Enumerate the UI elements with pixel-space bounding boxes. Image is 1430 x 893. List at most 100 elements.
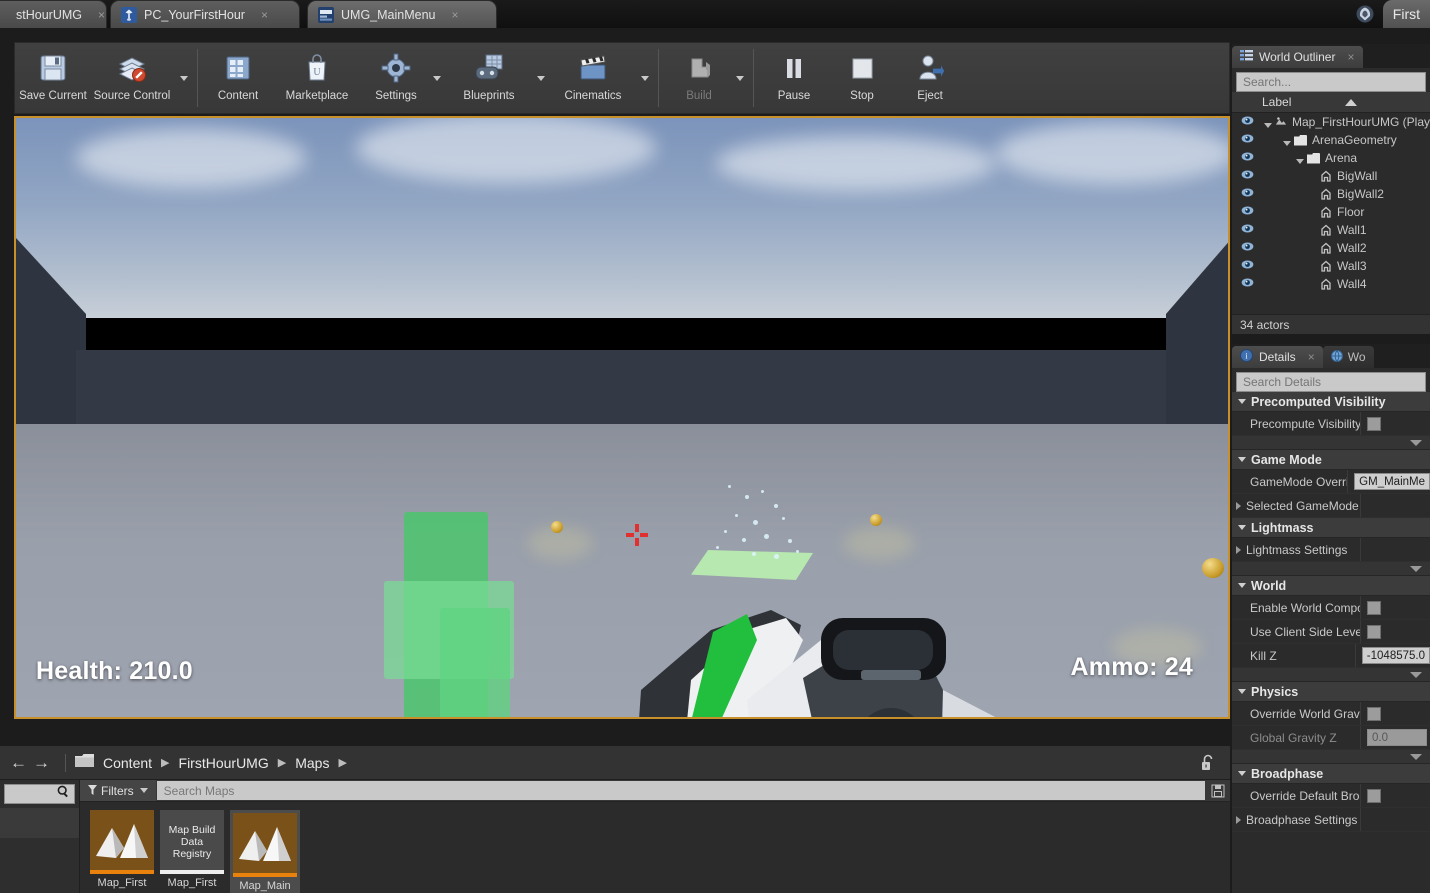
property-checkbox[interactable] bbox=[1367, 624, 1381, 639]
breadcrumb-firsthourumg[interactable]: FirstHourUMG bbox=[179, 755, 269, 771]
stop-button[interactable]: Stop bbox=[828, 45, 896, 111]
save-current-button[interactable]: Save Current bbox=[19, 45, 87, 111]
visibility-eye-icon[interactable] bbox=[1232, 222, 1260, 238]
outliner-row-floor[interactable]: Floor bbox=[1232, 203, 1430, 221]
tab-umg-mainmenu[interactable]: UMG_MainMenu × bbox=[307, 0, 497, 28]
property-row[interactable]: Selected GameMode bbox=[1232, 494, 1430, 518]
blueprints-button[interactable]: Blueprints bbox=[444, 45, 534, 111]
property-checkbox[interactable] bbox=[1367, 788, 1381, 803]
sources-search-input[interactable] bbox=[4, 784, 75, 804]
tab-pc-yourfirsthour[interactable]: PC_YourFirstHour × bbox=[110, 0, 300, 28]
property-row[interactable]: GameMode Override GM_MainMe bbox=[1232, 470, 1430, 494]
visibility-eye-icon[interactable] bbox=[1232, 186, 1260, 202]
property-checkbox[interactable] bbox=[1367, 706, 1381, 721]
section-collapse-handle[interactable] bbox=[1232, 668, 1430, 682]
visibility-eye-icon[interactable] bbox=[1232, 114, 1260, 130]
visibility-eye-icon[interactable] bbox=[1232, 168, 1260, 184]
filters-button[interactable]: Filters bbox=[80, 780, 156, 801]
close-icon[interactable]: × bbox=[1308, 350, 1315, 364]
property-row[interactable]: Lightmass Settings bbox=[1232, 538, 1430, 562]
save-search-icon[interactable] bbox=[1206, 780, 1230, 801]
outliner-row-arenageometry[interactable]: ArenaGeometry bbox=[1232, 131, 1430, 149]
outliner-row-wall1[interactable]: Wall1 bbox=[1232, 221, 1430, 239]
details-search-input[interactable]: Search Details bbox=[1236, 372, 1426, 392]
chevron-right-icon[interactable] bbox=[1236, 545, 1241, 554]
asset-search-input[interactable]: Search Maps bbox=[156, 781, 1205, 800]
content-button[interactable]: Content bbox=[204, 45, 272, 111]
property-checkbox[interactable] bbox=[1367, 600, 1381, 615]
tab-world-outliner[interactable]: World Outliner × bbox=[1232, 46, 1363, 68]
breadcrumb-maps[interactable]: Maps bbox=[295, 755, 329, 771]
cinematics-dropdown[interactable] bbox=[638, 45, 652, 111]
marketplace-button[interactable]: U Marketplace bbox=[272, 45, 362, 111]
asset-tile[interactable]: Map_Main bbox=[230, 810, 300, 893]
close-icon[interactable]: × bbox=[98, 9, 105, 21]
build-dropdown[interactable] bbox=[733, 45, 747, 111]
blueprints-dropdown[interactable] bbox=[534, 45, 548, 111]
property-row[interactable]: Enable World Composi bbox=[1232, 596, 1430, 620]
outliner-row-bigwall2[interactable]: BigWall2 bbox=[1232, 185, 1430, 203]
property-row[interactable]: Precompute Visibility bbox=[1232, 412, 1430, 436]
asset-tile-grid[interactable]: Map_First Map Build Data Registry Map_Firs… bbox=[80, 802, 1230, 893]
visibility-eye-icon[interactable] bbox=[1232, 150, 1260, 166]
section-collapse-handle[interactable] bbox=[1232, 562, 1430, 576]
outliner-search-input[interactable]: Search... bbox=[1236, 72, 1426, 92]
source-control-button[interactable]: Source Control bbox=[87, 45, 177, 111]
property-row[interactable]: Global Gravity Z 0.0 bbox=[1232, 726, 1430, 750]
sources-tree-item[interactable] bbox=[0, 808, 79, 838]
visibility-eye-icon[interactable] bbox=[1232, 258, 1260, 274]
settings-button[interactable]: Settings bbox=[362, 45, 430, 111]
pie-viewport[interactable]: Health: 210.0 Ammo: 24 bbox=[14, 116, 1230, 719]
settings-dropdown[interactable] bbox=[430, 45, 444, 111]
chevron-right-icon[interactable] bbox=[1236, 501, 1241, 510]
outliner-column-header[interactable]: Label bbox=[1232, 92, 1430, 113]
property-row[interactable]: Use Client Side Level bbox=[1232, 620, 1430, 644]
outliner-row-bigwall[interactable]: BigWall bbox=[1232, 167, 1430, 185]
property-checkbox[interactable] bbox=[1367, 416, 1381, 431]
eject-button[interactable]: Eject bbox=[896, 45, 964, 111]
chevron-right-icon[interactable] bbox=[1236, 815, 1241, 824]
section-collapse-handle[interactable] bbox=[1232, 750, 1430, 764]
section-collapse-handle[interactable] bbox=[1232, 436, 1430, 450]
cinematics-button[interactable]: Cinematics bbox=[548, 45, 638, 111]
close-icon[interactable]: × bbox=[1347, 50, 1354, 64]
outliner-row-wall3[interactable]: Wall3 bbox=[1232, 257, 1430, 275]
property-row[interactable]: Override Default Broad bbox=[1232, 784, 1430, 808]
details-section-lightmass[interactable]: Lightmass bbox=[1232, 518, 1430, 538]
arrow-left-icon[interactable]: ← bbox=[10, 753, 27, 773]
outliner-row-wall2[interactable]: Wall2 bbox=[1232, 239, 1430, 257]
visibility-eye-icon[interactable] bbox=[1232, 132, 1260, 148]
tab-world-settings[interactable]: Wo bbox=[1322, 346, 1374, 368]
property-row[interactable]: Broadphase Settings bbox=[1232, 808, 1430, 832]
visibility-eye-icon[interactable] bbox=[1232, 276, 1260, 292]
property-value-field[interactable]: GM_MainMe bbox=[1354, 473, 1430, 490]
arrow-right-icon[interactable]: → bbox=[33, 753, 50, 773]
lock-open-icon[interactable] bbox=[1200, 754, 1216, 776]
asset-tile[interactable]: Map Build Data Registry Map_First bbox=[160, 810, 224, 893]
property-value-field[interactable]: -1048575.0 bbox=[1361, 647, 1430, 664]
details-section-game-mode[interactable]: Game Mode bbox=[1232, 450, 1430, 470]
build-button[interactable]: Build bbox=[665, 45, 733, 111]
property-row[interactable]: Override World Gravity bbox=[1232, 702, 1430, 726]
close-icon[interactable]: × bbox=[451, 9, 458, 21]
details-section-physics[interactable]: Physics bbox=[1232, 682, 1430, 702]
outliner-row-wall4[interactable]: Wall4 bbox=[1232, 275, 1430, 293]
property-value-field[interactable]: 0.0 bbox=[1367, 729, 1427, 746]
visibility-eye-icon[interactable] bbox=[1232, 204, 1260, 220]
details-section-world[interactable]: World bbox=[1232, 576, 1430, 596]
close-icon[interactable]: × bbox=[261, 9, 268, 21]
pause-button[interactable]: Pause bbox=[760, 45, 828, 111]
breadcrumb-content[interactable]: Content bbox=[103, 755, 152, 771]
sources-panel[interactable] bbox=[0, 780, 80, 893]
outliner-row-arena[interactable]: Arena bbox=[1232, 149, 1430, 167]
tab-details[interactable]: i Details × bbox=[1232, 346, 1323, 368]
details-section-precomputed-visibility[interactable]: Precomputed Visibility bbox=[1232, 392, 1430, 412]
details-properties[interactable]: Precomputed Visibility Precompute Visibil… bbox=[1232, 392, 1430, 832]
property-row[interactable]: Kill Z -1048575.0 bbox=[1232, 644, 1430, 668]
asset-tile[interactable]: Map_First bbox=[90, 810, 154, 893]
visibility-eye-icon[interactable] bbox=[1232, 240, 1260, 256]
game-render-area[interactable]: Health: 210.0 Ammo: 24 bbox=[16, 118, 1228, 717]
outliner-row-map-firsthourumg-play[interactable]: Map_FirstHourUMG (Play bbox=[1232, 113, 1430, 131]
source-control-dropdown[interactable] bbox=[177, 45, 191, 111]
details-section-broadphase[interactable]: Broadphase bbox=[1232, 764, 1430, 784]
